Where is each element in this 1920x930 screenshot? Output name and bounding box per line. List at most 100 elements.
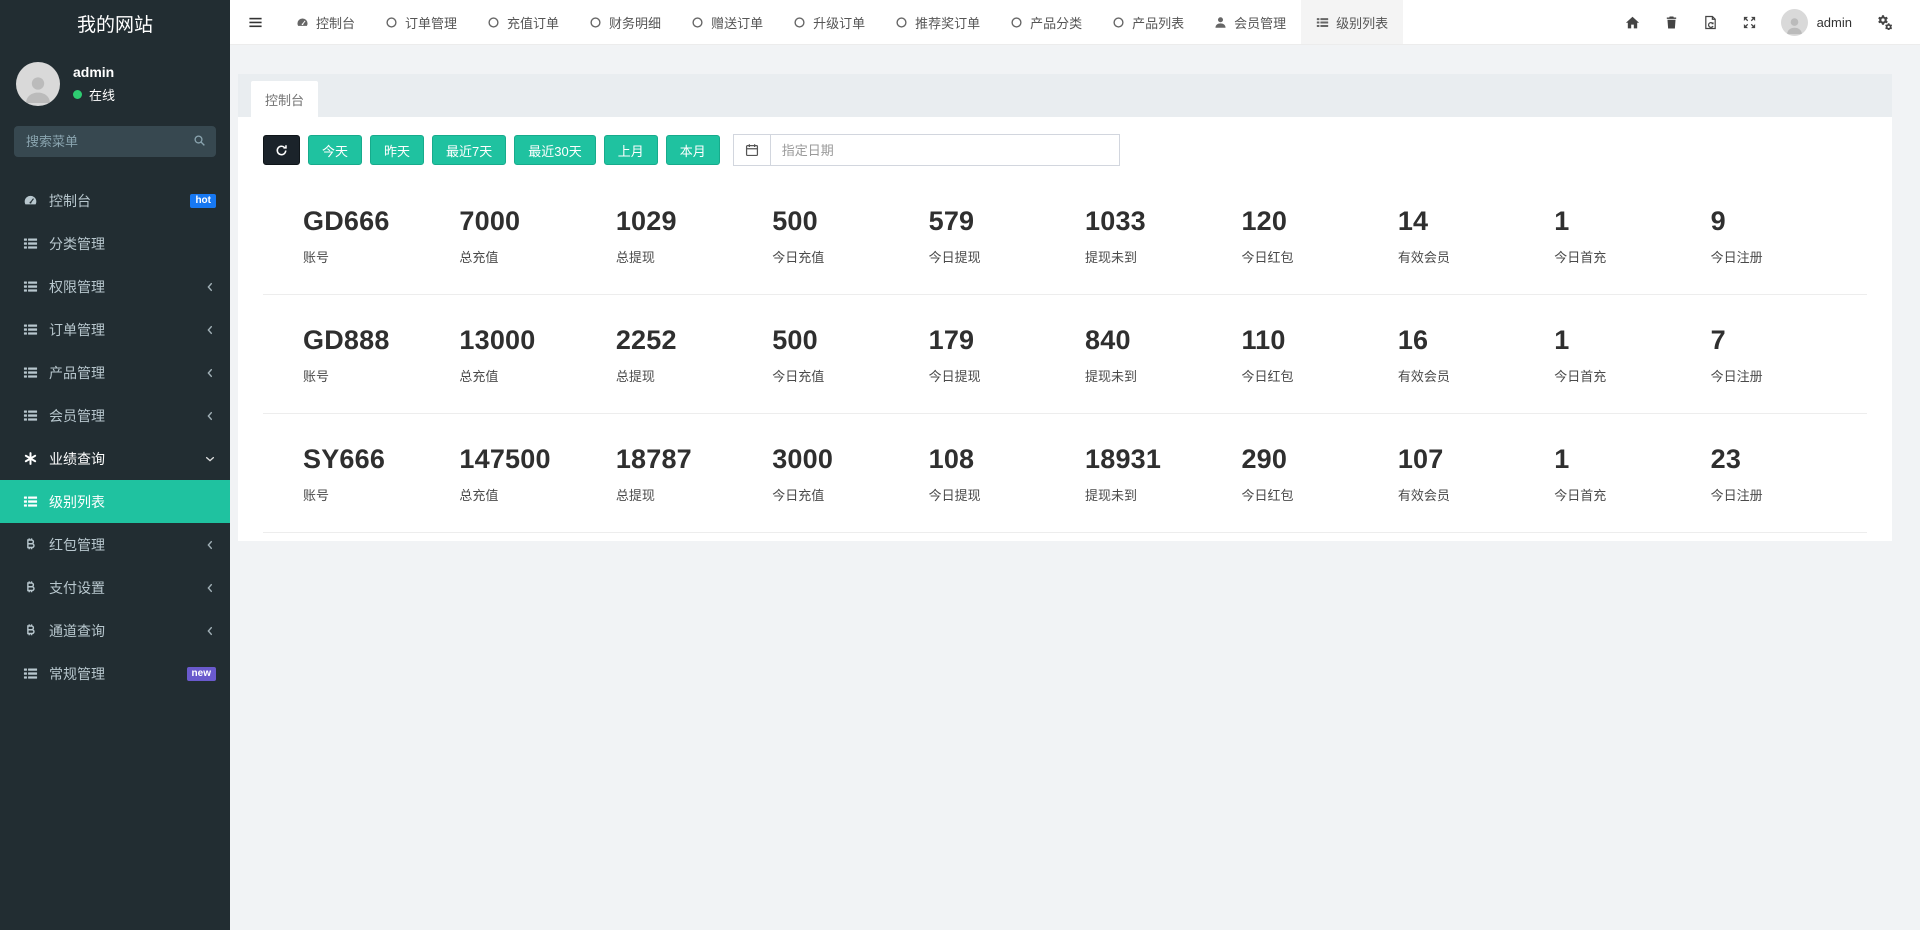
list-icon [23,666,38,681]
stat-label: 总提现 [616,485,772,504]
quick-range-this-month-button[interactable]: 本月 [666,135,720,165]
search-icon[interactable] [193,134,206,147]
stat-value: 3000 [772,444,928,475]
sidebar-item-member[interactable]: 会员管理 [0,394,230,437]
stat-label: 今日注册 [1711,247,1867,266]
nav-tab-referral-order[interactable]: 推荐奖订单 [880,0,995,44]
user-name: admin [73,64,115,80]
nav-tab-member[interactable]: 会员管理 [1199,0,1301,44]
stat-label: 总提现 [616,366,772,385]
sidebar-item-permission[interactable]: 权限管理 [0,265,230,308]
content-tab-label: 控制台 [265,90,304,109]
stat-value: 16 [1398,325,1554,356]
stat-value: 120 [1241,206,1397,237]
stat-value: 14 [1398,206,1554,237]
nav-tab-finance-detail[interactable]: 财务明细 [574,0,676,44]
stat-cell: 3000今日充值 [772,444,928,504]
stat-value: 290 [1241,444,1397,475]
quick-range-last-7-days-button[interactable]: 最近7天 [432,135,506,165]
sidebar-item-order[interactable]: 订单管理 [0,308,230,351]
sidebar-item-payment[interactable]: 支付设置 [0,566,230,609]
stat-label: 总提现 [616,247,772,266]
nav-tab-order[interactable]: 订单管理 [370,0,472,44]
stat-label: 今日提现 [929,366,1085,385]
stat-label: 提现未到 [1085,247,1241,266]
sidebar-item-redpacket[interactable]: 红包管理 [0,523,230,566]
stat-value: 18787 [616,444,772,475]
stat-cell: 147500总充值 [459,444,615,504]
sidebar-toggle-button[interactable] [230,0,281,44]
nav-tab-gift-order[interactable]: 赠送订单 [676,0,778,44]
stat-cell: 2252总提现 [616,325,772,385]
sidebar-item-channel[interactable]: 通道查询 [0,609,230,652]
stat-cell: 840提现未到 [1085,325,1241,385]
quick-range-today-button[interactable]: 今天 [308,135,362,165]
content-tab-console[interactable]: 控制台 [251,81,318,117]
sidebar-item-general[interactable]: 常规管理new [0,652,230,695]
nav-tab-label: 控制台 [316,13,355,32]
stat-value: GD666 [303,206,459,237]
nav-tab-upgrade-order[interactable]: 升级订单 [778,0,880,44]
stat-row: GD888账号13000总充值2252总提现500今日充值179今日提现840提… [263,295,1867,414]
refresh-button[interactable] [263,135,300,165]
bitcoin-icon [23,623,38,638]
sidebar-item-label: 权限管理 [49,277,204,297]
nav-tab-label: 财务明细 [609,13,661,32]
calendar-addon[interactable] [733,134,770,166]
trash-button[interactable] [1652,0,1691,44]
hamburger-icon [248,15,263,30]
stat-label: 今日注册 [1711,366,1867,385]
quick-range-last-month-button[interactable]: 上月 [604,135,658,165]
stat-value: 1029 [616,206,772,237]
stat-label: 有效会员 [1398,485,1554,504]
stat-cell: 500今日充值 [772,325,928,385]
stat-value: 107 [1398,444,1554,475]
stat-label: 账号 [303,366,459,385]
stat-label: 今日提现 [929,485,1085,504]
settings-button[interactable] [1864,0,1904,44]
nav-tab-recharge-order[interactable]: 充值订单 [472,0,574,44]
stat-value: 579 [929,206,1085,237]
gauge-icon [296,16,309,29]
nav-tab-product-list[interactable]: 产品列表 [1097,0,1199,44]
home-button[interactable] [1613,0,1652,44]
sidebar-item-console[interactable]: 控制台hot [0,179,230,222]
stat-cell: 120 今日红包 [1241,206,1397,266]
stat-label: 今日红包 [1241,247,1397,266]
angle-left-icon [204,324,216,336]
hot-badge: hot [190,194,216,208]
quick-range-yesterday-button[interactable]: 昨天 [370,135,424,165]
sidebar-item-performance[interactable]: 业绩查询 [0,437,230,480]
stat-label: 今日充值 [772,247,928,266]
quick-range-last-30-days-button[interactable]: 最近30天 [514,135,595,165]
fullscreen-button[interactable] [1730,0,1769,44]
search-input[interactable] [14,126,216,157]
stat-cell: 13000总充值 [459,325,615,385]
circle-icon [895,16,908,29]
sidebar-item-label: 分类管理 [49,234,216,254]
stat-label: 提现未到 [1085,366,1241,385]
online-dot [73,90,82,99]
refresh-page-icon [1703,15,1718,30]
list-icon [23,279,38,294]
fullscreen-icon [1742,15,1757,30]
circle-icon [385,16,398,29]
stat-value: 9 [1711,206,1867,237]
angle-down-icon [204,453,216,465]
nav-tab-console[interactable]: 控制台 [281,0,370,44]
sidebar: 我的网站 admin 在线 控制台hot分类管理权限管理订单管理产品管理会员管理… [0,0,230,930]
sidebar-item-category[interactable]: 分类管理 [0,222,230,265]
sidebar-item-product[interactable]: 产品管理 [0,351,230,394]
refresh-page-button[interactable] [1691,0,1730,44]
sidebar-item-level-list[interactable]: 级别列表 [0,480,230,523]
bitcoin-icon [23,580,38,595]
date-input[interactable] [770,134,1120,166]
nav-tab-product-category[interactable]: 产品分类 [995,0,1097,44]
nav-tab-label: 赠送订单 [711,13,763,32]
list-icon [23,408,38,423]
nav-tab-level-list[interactable]: 级别列表 [1301,0,1403,44]
nav-tab-label: 会员管理 [1234,13,1286,32]
user-menu[interactable]: admin [1769,0,1864,44]
sidebar-item-label: 产品管理 [49,363,204,383]
new-badge: new [187,667,216,681]
